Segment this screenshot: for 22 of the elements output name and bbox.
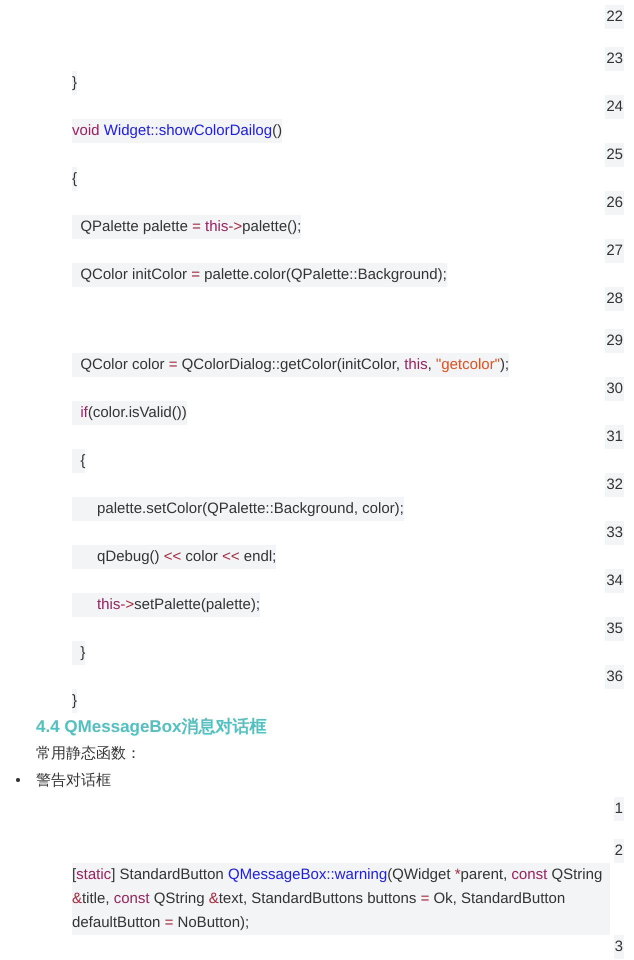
line-number: 25 [605, 143, 624, 167]
line-number: 2 [614, 839, 624, 863]
line-number: 28 [605, 287, 624, 311]
section-heading: 4.4 QMessageBox消息对话框 [35, 716, 268, 738]
line-number: 29 [605, 329, 624, 353]
line-number: 34 [605, 569, 624, 593]
line-number: 36 [605, 665, 624, 689]
line-number: 23 [605, 47, 624, 71]
line-number: 31 [605, 425, 624, 449]
line-number: 26 [605, 191, 624, 215]
line-number: 35 [605, 617, 624, 641]
line-number: 30 [605, 377, 624, 401]
line-number: 1 [614, 797, 624, 821]
line-number: 3 [614, 935, 624, 959]
line-number: 24 [605, 95, 624, 119]
list-item-text: 警告对话框 [36, 770, 111, 790]
paragraph-text: 常用静态函数： [35, 744, 142, 764]
bullet-icon [16, 778, 20, 782]
line-number: 32 [605, 473, 624, 497]
line-number: 22 [605, 5, 624, 29]
line-number: 27 [605, 239, 624, 263]
line-number: 33 [605, 521, 624, 545]
